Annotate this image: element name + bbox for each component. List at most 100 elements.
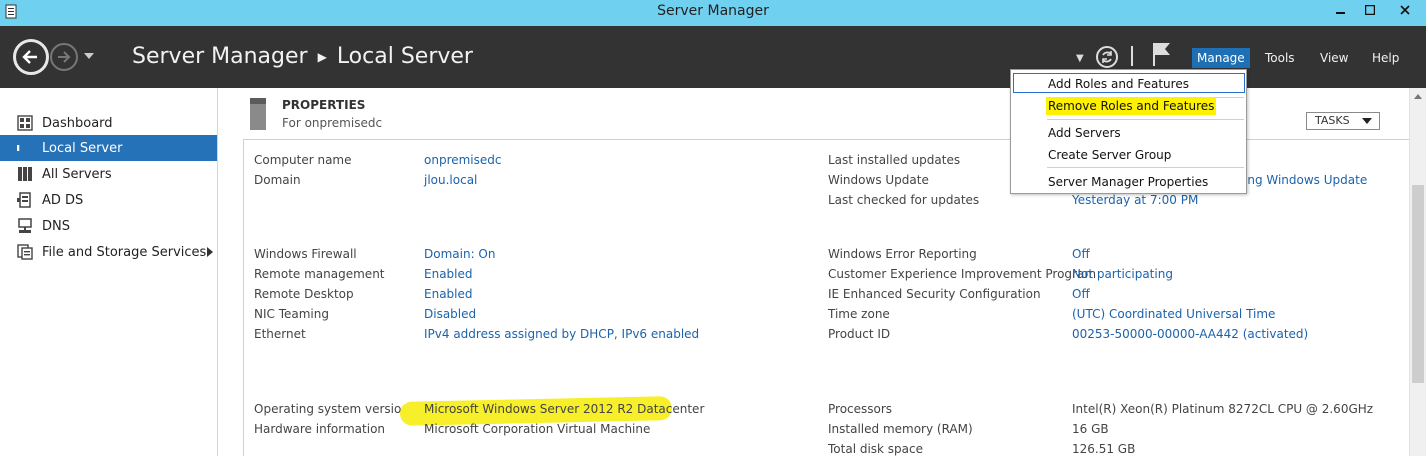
menu-item-server-manager-properties[interactable]: Server Manager Properties (1048, 173, 1208, 191)
value-windows-error-reporting[interactable]: Off (1072, 247, 1090, 261)
label-time-zone: Time zone (828, 307, 890, 321)
label-product-id: Product ID (828, 327, 891, 341)
maximize-button[interactable] (1356, 0, 1384, 20)
breadcrumb-root[interactable]: Server Manager (132, 44, 308, 69)
menu-item-add-servers[interactable]: Add Servers (1048, 124, 1121, 142)
expand-arrow-icon[interactable] (207, 247, 213, 257)
value-hardware-info: Microsoft Corporation Virtual Machine (424, 422, 651, 436)
value-ie-esc[interactable]: Off (1072, 287, 1090, 301)
minimize-button[interactable] (1326, 0, 1356, 20)
arrow-right-icon (58, 51, 71, 63)
dashboard-icon (17, 115, 33, 131)
sidebar-item-local-server[interactable]: Local Server (0, 135, 217, 161)
menu-divider (1047, 167, 1244, 168)
window-title: Server Manager (657, 3, 769, 19)
all-servers-icon (18, 167, 32, 181)
help-menu[interactable]: Help (1367, 48, 1404, 68)
value-windows-firewall[interactable]: Domain: On (424, 247, 495, 261)
notifications-flag-icon[interactable] (1150, 41, 1172, 67)
properties-title: PROPERTIES (282, 98, 366, 112)
value-windows-update[interactable]: ing Windows Update (1244, 173, 1367, 187)
sidebar-item-ad-ds[interactable]: AD DS (0, 187, 217, 213)
title-bar: Server Manager (0, 0, 1426, 26)
forward-button[interactable] (50, 43, 78, 71)
properties-server-icon (250, 98, 266, 130)
label-windows-firewall: Windows Firewall (254, 247, 357, 261)
manage-menu[interactable]: Manage (1192, 48, 1250, 68)
sidebar-item-label: File and Storage Services (42, 244, 207, 260)
label-ceip: Customer Experience Improvement Program (828, 267, 1097, 281)
refresh-icon[interactable] (1095, 45, 1119, 69)
label-computer-name: Computer name (254, 153, 352, 167)
local-server-icon (17, 145, 20, 151)
label-domain: Domain (254, 173, 301, 187)
label-nic-teaming: NIC Teaming (254, 307, 329, 321)
ad-ds-icon (17, 192, 31, 208)
sidebar: Dashboard Local Server All Servers AD DS… (0, 88, 218, 456)
file-storage-icon (17, 244, 33, 260)
tools-menu[interactable]: Tools (1260, 48, 1300, 68)
sidebar-item-label: AD DS (42, 192, 84, 208)
value-last-checked-updates[interactable]: Yesterday at 7:00 PM (1072, 193, 1198, 207)
breadcrumb-separator-icon: ▶ (317, 49, 327, 64)
tasks-dropdown[interactable]: TASKS (1306, 112, 1380, 130)
value-nic-teaming[interactable]: Disabled (424, 307, 476, 321)
close-icon (1400, 5, 1410, 15)
sidebar-item-dns[interactable]: DNS (0, 213, 217, 239)
label-installed-memory: Installed memory (RAM) (828, 422, 973, 436)
value-remote-desktop[interactable]: Enabled (424, 287, 473, 301)
sidebar-item-dashboard[interactable]: Dashboard (0, 110, 217, 136)
value-computer-name[interactable]: onpremisedc (424, 153, 502, 167)
sidebar-item-label: DNS (42, 218, 70, 234)
label-last-checked-updates: Last checked for updates (828, 193, 980, 207)
value-time-zone[interactable]: (UTC) Coordinated Universal Time (1072, 307, 1275, 321)
sidebar-item-label: Dashboard (42, 115, 113, 131)
minimize-icon (1336, 12, 1345, 14)
close-button[interactable] (1384, 0, 1426, 20)
history-dropdown-icon[interactable] (84, 53, 94, 59)
value-ethernet[interactable]: IPv4 address assigned by DHCP, IPv6 enab… (424, 327, 699, 341)
sidebar-item-label: Local Server (42, 140, 123, 156)
scroll-up-arrow-icon[interactable] (1414, 94, 1422, 99)
sidebar-item-label: All Servers (42, 166, 112, 182)
back-button[interactable] (13, 39, 49, 75)
dns-icon (18, 218, 32, 233)
header-divider (1131, 46, 1133, 66)
label-windows-update: Windows Update (828, 173, 929, 187)
label-processors: Processors (828, 402, 893, 416)
value-product-id[interactable]: 00253-50000-00000-AA442 (activated) (1072, 327, 1308, 341)
maximize-icon (1365, 5, 1375, 15)
breadcrumb: Server Manager ▶ Local Server (132, 44, 473, 69)
menu-item-create-server-group[interactable]: Create Server Group (1048, 146, 1171, 164)
label-os-version: Operating system version (254, 402, 409, 416)
label-windows-error-reporting: Windows Error Reporting (828, 247, 977, 261)
value-total-disk-space: 126.51 GB (1072, 442, 1136, 456)
label-remote-desktop: Remote Desktop (254, 287, 354, 301)
menu-item-add-roles[interactable]: Add Roles and Features (1048, 75, 1189, 93)
vertical-scrollbar[interactable] (1409, 88, 1426, 456)
chevron-down-icon (1362, 118, 1372, 124)
menu-item-remove-roles[interactable]: Remove Roles and Features (1046, 97, 1217, 115)
scrollbar-thumb[interactable] (1412, 185, 1424, 383)
sidebar-item-all-servers[interactable]: All Servers (0, 161, 217, 187)
view-menu[interactable]: View (1315, 48, 1353, 68)
tasks-label: TASKS (1315, 114, 1350, 127)
value-remote-management[interactable]: Enabled (424, 267, 473, 281)
properties-subtitle: For onpremisedc (282, 116, 383, 130)
label-last-installed-updates: Last installed updates (828, 153, 961, 167)
manage-dropdown-menu: Add Roles and Features Remove Roles and … (1010, 69, 1247, 194)
label-hardware-info: Hardware information (254, 422, 386, 436)
arrow-left-icon (16, 42, 46, 72)
sidebar-item-file-storage[interactable]: File and Storage Services (0, 239, 217, 265)
label-remote-management: Remote management (254, 267, 385, 281)
label-ethernet: Ethernet (254, 327, 306, 341)
value-processors: Intel(R) Xeon(R) Platinum 8272CL CPU @ 2… (1072, 402, 1374, 416)
menu-divider (1047, 119, 1244, 120)
label-total-disk-space: Total disk space (828, 442, 924, 456)
breadcrumb-current: Local Server (336, 44, 473, 69)
value-installed-memory: 16 GB (1072, 422, 1109, 436)
header-dropdown-icon[interactable]: ▼ (1076, 53, 1084, 64)
value-os-version: Microsoft Windows Server 2012 R2 Datacen… (424, 402, 705, 416)
value-domain[interactable]: jlou.local (424, 173, 477, 187)
value-ceip[interactable]: Not participating (1072, 267, 1173, 281)
